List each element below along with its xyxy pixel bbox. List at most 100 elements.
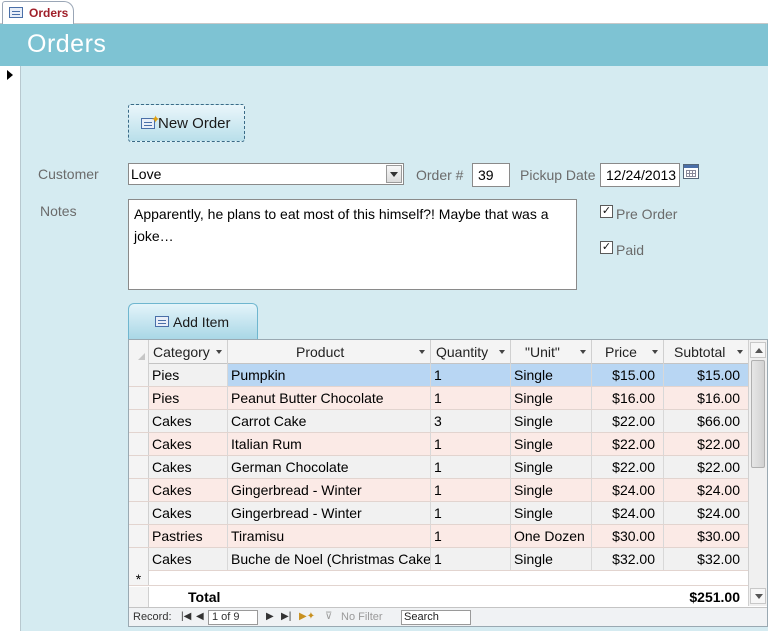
customer-dropdown-button[interactable] [386,165,402,183]
row-selector[interactable] [129,548,149,570]
column-header-price[interactable]: Price [592,340,664,364]
new-record-nav-icon[interactable]: ▶✦ [299,611,315,622]
record-selector-bar[interactable] [0,66,21,631]
table-row[interactable]: Cakes Carrot Cake 3 Single $22.00 $66.00 [129,410,749,433]
cell-product[interactable]: Carrot Cake [228,410,431,432]
cell-category[interactable]: Pies [149,364,228,386]
cell-price[interactable]: $24.00 [592,502,664,524]
cell-product[interactable]: Peanut Butter Chocolate [228,387,431,409]
row-selector[interactable] [129,502,149,524]
cell-quantity[interactable]: 1 [431,502,511,524]
column-header-product[interactable]: Product [228,340,431,364]
scroll-thumb[interactable] [751,360,765,468]
cell-unit[interactable]: Single [511,387,592,409]
cell-category[interactable]: Cakes [149,479,228,501]
table-row[interactable]: Pies Peanut Butter Chocolate 1 Single $16.00… [129,387,749,410]
table-row[interactable]: Cakes Buche de Noel (Christmas Cake) 1 Sing… [129,548,749,571]
row-selector[interactable] [129,387,149,409]
cell-subtotal[interactable]: $32.00 [664,548,749,570]
cell-category[interactable]: Cakes [149,502,228,524]
order-number-field[interactable]: 39 [472,163,510,187]
cell-price[interactable]: $15.00 [592,364,664,386]
no-filter-label[interactable]: No Filter [341,611,383,623]
cell-unit[interactable]: Single [511,502,592,524]
cell-product[interactable]: Italian Rum [228,433,431,455]
column-header-category[interactable]: Category [149,340,228,364]
last-record-icon[interactable]: ▶| [281,611,291,622]
cell-price[interactable]: $32.00 [592,548,664,570]
cell-category[interactable]: Pies [149,387,228,409]
cell-subtotal[interactable]: $24.00 [664,502,749,524]
row-selector[interactable] [129,479,149,501]
cell-price[interactable]: $16.00 [592,387,664,409]
row-selector[interactable] [129,433,149,455]
next-record-icon[interactable]: ▶ [266,611,274,622]
search-box[interactable]: Search [401,610,471,625]
cell-quantity[interactable]: 1 [431,433,511,455]
scroll-up-button[interactable] [750,342,766,358]
tab-orders[interactable]: Orders [2,1,74,24]
cell-category[interactable]: Cakes [149,548,228,570]
calendar-icon[interactable] [683,164,699,179]
column-header-subtotal[interactable]: Subtotal [664,340,749,364]
cell-quantity[interactable]: 3 [431,410,511,432]
cell-product[interactable]: Gingerbread - Winter [228,502,431,524]
cell-unit[interactable]: Single [511,364,592,386]
select-all-corner[interactable] [129,340,149,364]
row-selector[interactable] [129,364,149,386]
cell-product[interactable]: Gingerbread - Winter [228,479,431,501]
customer-combobox[interactable]: Love [128,163,404,185]
vertical-scrollbar[interactable] [748,340,767,606]
column-header-quantity[interactable]: Quantity [431,340,511,364]
cell-product[interactable]: Tiramisu [228,525,431,547]
cell-unit[interactable]: Single [511,479,592,501]
cell-subtotal[interactable]: $16.00 [664,387,749,409]
cell-subtotal[interactable]: $22.00 [664,433,749,455]
cell-quantity[interactable]: 1 [431,548,511,570]
cell-quantity[interactable]: 1 [431,364,511,386]
cell-subtotal[interactable]: $15.00 [664,364,749,386]
scroll-down-button[interactable] [750,588,766,604]
cell-product[interactable]: German Chocolate [228,456,431,478]
previous-record-icon[interactable]: ◀ [196,611,204,622]
cell-quantity[interactable]: 1 [431,525,511,547]
table-row[interactable]: Cakes Gingerbread - Winter 1 Single $24.00 $2… [129,502,749,525]
current-record-field[interactable]: 1 of 9 [208,610,258,625]
cell-price[interactable]: $24.00 [592,479,664,501]
column-header-unit[interactable]: "Unit" [511,340,592,364]
cell-category[interactable]: Cakes [149,410,228,432]
cell-quantity[interactable]: 1 [431,479,511,501]
cell-unit[interactable]: Single [511,433,592,455]
cell-category[interactable]: Cakes [149,456,228,478]
cell-subtotal[interactable]: $22.00 [664,456,749,478]
new-record-row[interactable]: * [129,570,749,587]
pre-order-checkbox[interactable]: ✓ [600,205,613,218]
cell-category[interactable]: Pastries [149,525,228,547]
table-row[interactable]: Cakes German Chocolate 1 Single $22.00 $22.00 [129,456,749,479]
table-row[interactable]: Pastries Tiramisu 1 One Dozen $30.00 $30.00 [129,525,749,548]
cell-unit[interactable]: Single [511,548,592,570]
add-item-button[interactable]: Add Item [128,303,258,339]
table-row[interactable]: Pies Pumpkin 1 Single $15.00 $15.00 [129,364,749,387]
cell-product[interactable]: Pumpkin [228,364,431,386]
cell-subtotal[interactable]: $66.00 [664,410,749,432]
cell-unit[interactable]: One Dozen [511,525,592,547]
cell-price[interactable]: $22.00 [592,410,664,432]
cell-unit[interactable]: Single [511,456,592,478]
cell-subtotal[interactable]: $30.00 [664,525,749,547]
cell-category[interactable]: Cakes [149,433,228,455]
cell-quantity[interactable]: 1 [431,387,511,409]
cell-subtotal[interactable]: $24.00 [664,479,749,501]
cell-price[interactable]: $22.00 [592,456,664,478]
table-row[interactable]: Cakes Italian Rum 1 Single $22.00 $22.00 [129,433,749,456]
row-selector[interactable] [129,525,149,547]
cell-price[interactable]: $30.00 [592,525,664,547]
cell-product[interactable]: Buche de Noel (Christmas Cake) [228,548,431,570]
cell-price[interactable]: $22.00 [592,433,664,455]
new-order-button[interactable]: ✦ New Order [128,104,245,142]
row-selector[interactable] [129,456,149,478]
table-row[interactable]: Cakes Gingerbread - Winter 1 Single $24.00 $2… [129,479,749,502]
row-selector[interactable] [129,410,149,432]
cell-quantity[interactable]: 1 [431,456,511,478]
first-record-icon[interactable]: |◀ [181,611,191,622]
